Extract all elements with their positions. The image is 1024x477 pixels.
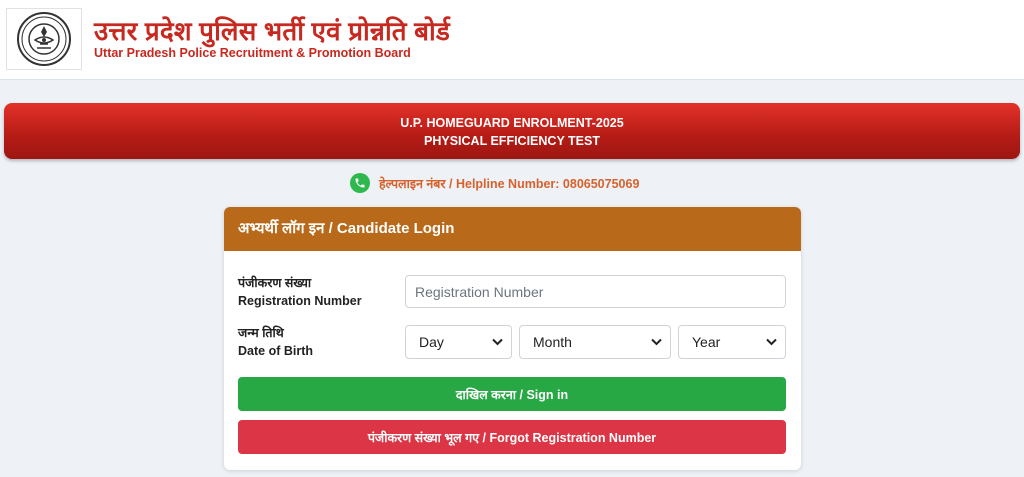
- dob-year-select[interactable]: Year: [678, 325, 786, 359]
- dob-year-value: Year: [692, 334, 721, 350]
- banner-subtitle: PHYSICAL EFFICIENCY TEST: [424, 134, 600, 148]
- chevron-down-icon: [766, 338, 777, 346]
- candidate-login-card: अभ्यर्थी लॉग इन / Candidate Login पंजीकर…: [224, 207, 801, 470]
- enrolment-banner: U.P. HOMEGUARD ENROLMENT-2025 PHYSICAL E…: [4, 103, 1020, 159]
- forgot-registration-button[interactable]: पंजीकरण संख्या भूल गए / Forgot Registrat…: [238, 420, 786, 454]
- phone-icon: [350, 173, 370, 193]
- page-title-hindi: उत्तर प्रदेश पुलिस भर्ती एवं प्रोन्नति ब…: [94, 16, 451, 46]
- registration-label-english: Registration Number: [238, 294, 362, 308]
- dob-label-english: Date of Birth: [238, 344, 313, 358]
- registration-label-hindi: पंजीकरण संख्या: [238, 276, 312, 290]
- dob-label-hindi: जन्म तिथि: [238, 326, 284, 340]
- dob-month-value: Month: [533, 334, 572, 350]
- dob-month-select[interactable]: Month: [519, 325, 671, 359]
- registration-number-label: पंजीकरण संख्या Registration Number: [238, 274, 362, 310]
- helpline-info: हेल्पलाइन नंबर / Helpline Number: 080650…: [350, 173, 639, 193]
- registration-number-input[interactable]: [405, 275, 786, 308]
- helpline-text: हेल्पलाइन नंबर / Helpline Number: 080650…: [379, 176, 640, 191]
- page-title-english: Uttar Pradesh Police Recruitment & Promo…: [94, 46, 411, 60]
- login-card-title: अभ्यर्थी लॉग इन / Candidate Login: [224, 207, 801, 251]
- site-header: उत्तर प्रदेश पुलिस भर्ती एवं प्रोन्नति ब…: [0, 0, 1024, 80]
- up-police-emblem-icon[interactable]: [6, 8, 82, 70]
- chevron-down-icon: [651, 338, 662, 346]
- dob-day-select[interactable]: Day: [405, 325, 512, 359]
- dob-day-value: Day: [419, 334, 444, 350]
- sign-in-button[interactable]: दाखिल करना / Sign in: [238, 377, 786, 411]
- chevron-down-icon: [492, 338, 503, 346]
- banner-title: U.P. HOMEGUARD ENROLMENT-2025: [400, 116, 624, 130]
- date-of-birth-label: जन्म तिथि Date of Birth: [238, 324, 313, 360]
